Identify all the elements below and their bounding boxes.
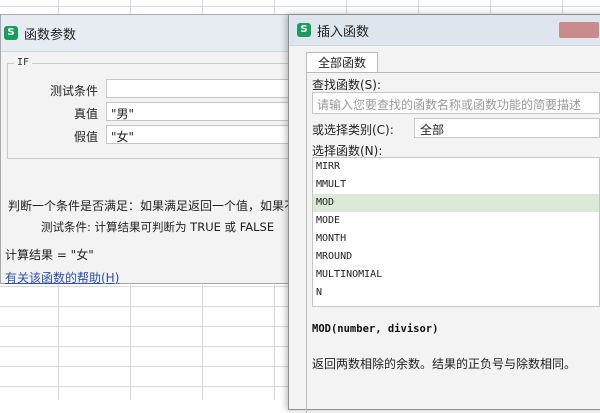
arg-input-test-condition[interactable] — [106, 79, 316, 98]
args-dialog-title: 函数参数 — [24, 27, 77, 43]
search-label: 查找函数(S): — [312, 78, 382, 92]
arg-input-true-value[interactable]: "男" — [106, 102, 316, 121]
function-arguments-dialog: S 函数参数 IF 测试条件 真值 "男" 假值 "女" 判断一个条件是否满足：… — [0, 14, 316, 286]
tab-all-functions[interactable]: 全部函数 — [306, 52, 378, 73]
parameter-help: 测试条件: 计算结果可判断为 TRUE 或 FALSE — [41, 220, 275, 234]
list-item[interactable]: MULTINOMIAL — [313, 266, 599, 284]
arg-row-test-condition: 测试条件 — [8, 79, 316, 99]
list-item-selected[interactable]: MOD — [313, 194, 599, 212]
list-item[interactable]: MODE — [313, 212, 599, 230]
function-syntax: MOD(number, divisor) — [312, 323, 439, 335]
list-item[interactable]: MMULT — [313, 176, 599, 194]
calculation-result: 计算结果 = "女" — [5, 248, 94, 262]
function-description: 判断一个条件是否满足：如果满足返回一个值，如果不 — [8, 199, 297, 213]
function-help-link[interactable]: 有关该函数的帮助(H) — [5, 269, 119, 286]
list-item[interactable]: MROUND — [313, 248, 599, 266]
wps-app-icon: S — [4, 26, 18, 40]
arg-label-true-value: 真值 — [73, 107, 98, 121]
category-select[interactable]: 全部 — [414, 118, 600, 138]
args-dialog-titlebar[interactable]: S 函数参数 — [1, 15, 299, 52]
arg-input-false-value[interactable]: "女" — [106, 125, 316, 144]
function-name-label: IF — [14, 57, 33, 68]
list-item[interactable]: MIRR — [313, 158, 599, 176]
arg-label-test-condition: 测试条件 — [49, 84, 98, 98]
category-label: 或选择类别(C): — [312, 123, 394, 137]
function-search-input[interactable]: 请输入您要查找的函数名称或函数功能的简要描述 — [312, 92, 600, 114]
function-list[interactable]: MIRR MMULT MOD MODE MONTH MROUND MULTINO… — [312, 157, 600, 307]
wps-app-icon: S — [297, 23, 311, 37]
insert-dialog-title: 插入函数 — [317, 24, 370, 40]
function-args-group: IF 测试条件 真值 "男" 假值 "女" — [7, 57, 316, 159]
list-item[interactable]: MONTH — [313, 230, 599, 248]
insert-dialog-titlebar[interactable]: S 插入函数 — [289, 15, 600, 46]
arg-row-false-value: 假值 "女" — [8, 125, 316, 145]
arg-label-false-value: 假值 — [73, 130, 98, 144]
selected-function-description: 返回两数相除的余数。结果的正负号与除数相同。 — [312, 357, 577, 371]
close-button[interactable] — [559, 22, 599, 38]
arg-row-true-value: 真值 "男" — [8, 102, 316, 122]
list-item[interactable]: N — [313, 284, 599, 302]
